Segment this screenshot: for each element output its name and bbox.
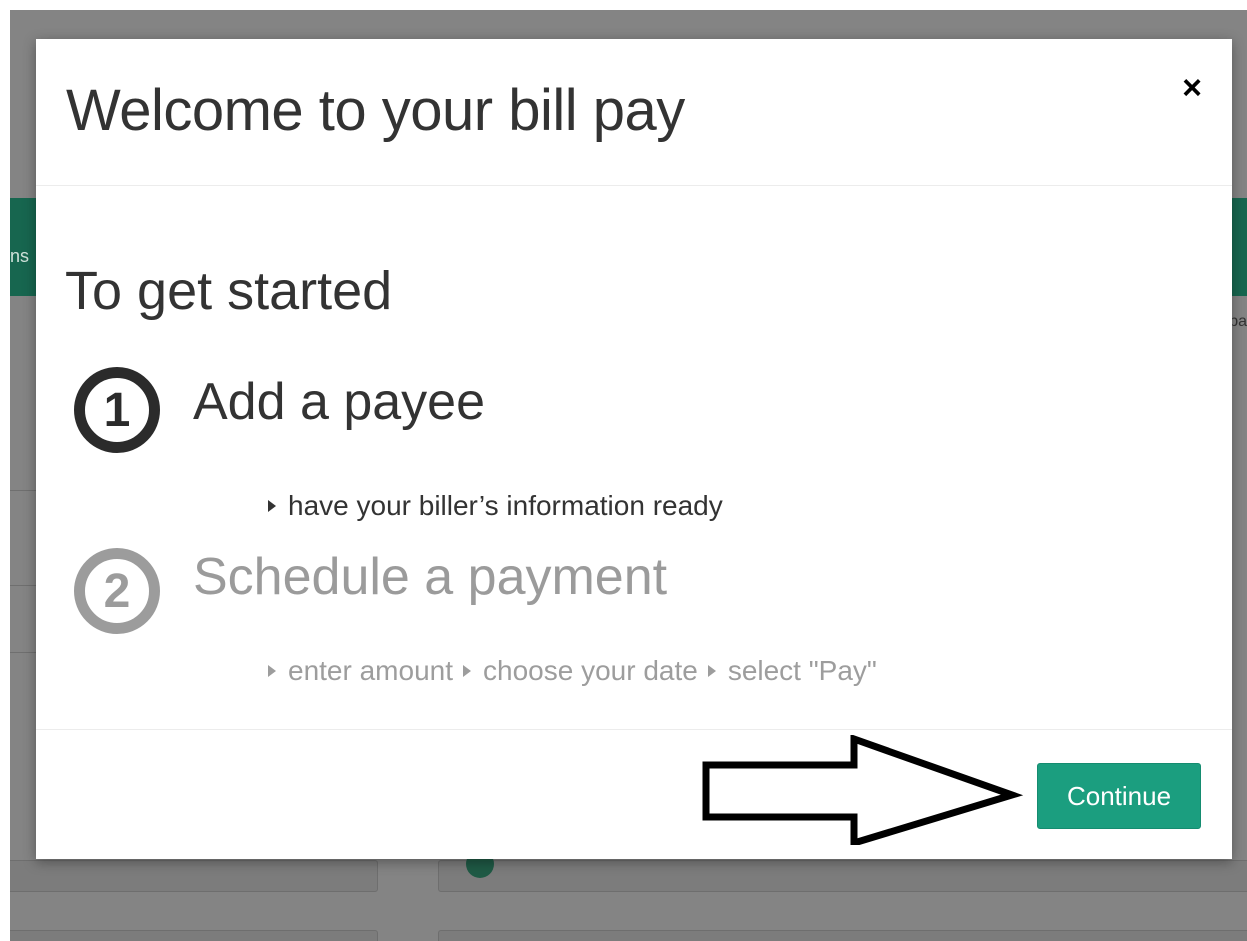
step-2-number-icon: 2: [74, 548, 160, 634]
background-divider: [10, 652, 36, 653]
step-1-title: Add a payee: [193, 373, 486, 431]
step-1-number: 1: [103, 383, 131, 437]
step-1-hint-text: have your biller’s information ready: [288, 490, 723, 521]
caret-right-icon: [268, 500, 276, 512]
step-2-hint-pay: select "Pay": [727, 655, 877, 686]
step-2-title: Schedule a payment: [193, 548, 668, 606]
background-panel-left: [10, 860, 378, 892]
caret-right-icon: [268, 665, 276, 677]
modal-header: Welcome to your bill pay ×: [36, 39, 1232, 186]
background-text-fragment-left: ns: [10, 246, 30, 266]
step-1-number-icon: 1: [74, 367, 160, 453]
background-panel-left: [10, 930, 378, 941]
bill-pay-welcome-modal: Welcome to your bill pay × To get starte…: [36, 39, 1232, 859]
arrow-right-icon: [702, 735, 1024, 845]
modal-footer: Continue: [36, 729, 1232, 860]
step-1-hint: have your biller’s information ready: [268, 490, 723, 522]
background-divider: [10, 490, 36, 491]
background-panel-right: [438, 860, 1247, 892]
background-panel-right: [438, 930, 1247, 941]
step-2-hints: enter amount choose your date select "Pa…: [268, 655, 877, 687]
caret-right-icon: [707, 665, 716, 677]
section-heading: To get started: [65, 261, 393, 321]
step-2-hint-amount: enter amount: [288, 655, 453, 686]
step-2-hint-date: choose your date: [483, 655, 698, 686]
step-2-number: 2: [103, 564, 131, 618]
continue-button[interactable]: Continue: [1037, 763, 1201, 829]
modal-title: Welcome to your bill pay: [66, 78, 685, 143]
caret-right-icon: [463, 665, 471, 677]
close-icon[interactable]: ×: [1182, 71, 1202, 105]
modal-body: To get started 1 Add a payee have your b…: [36, 186, 1232, 729]
background-divider: [10, 585, 36, 586]
